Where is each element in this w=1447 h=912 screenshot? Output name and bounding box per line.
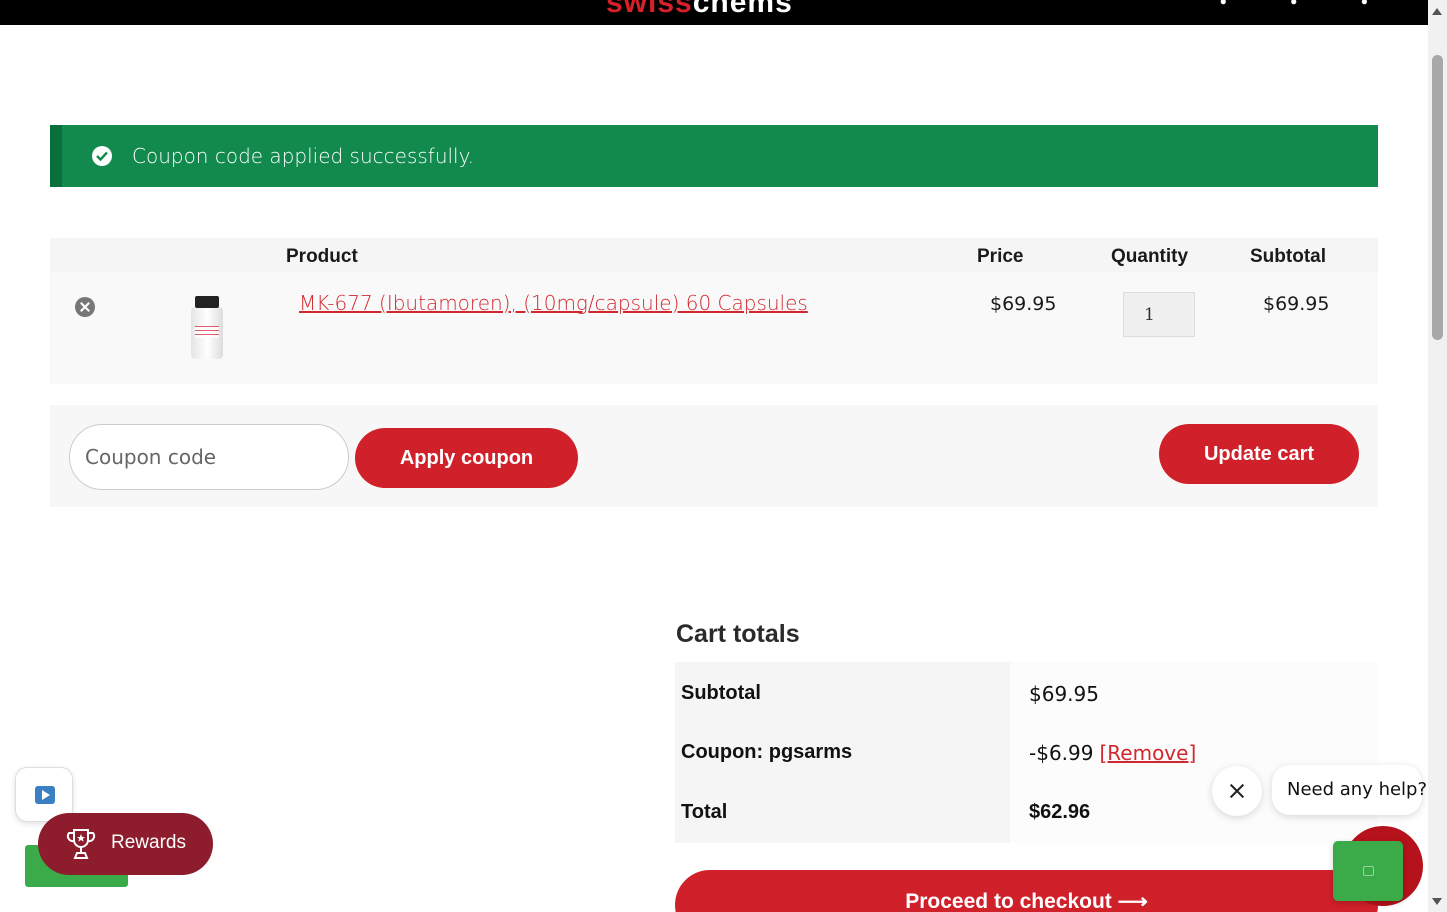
scroll-up-arrow-icon[interactable] [1432, 8, 1442, 15]
apply-coupon-button[interactable]: Apply coupon [355, 428, 578, 488]
rewards-label: Rewards [111, 832, 186, 853]
proceed-to-checkout-button[interactable]: Proceed to checkout ⟶ [675, 870, 1378, 912]
quantity-input[interactable]: 1 [1123, 292, 1195, 337]
column-header-subtotal: Subtotal [1250, 246, 1326, 267]
cart-table-header: Product Price Quantity Subtotal [50, 238, 1378, 272]
coupon-code-input[interactable] [69, 424, 349, 490]
scroll-down-arrow-icon[interactable] [1432, 898, 1442, 905]
green-widget-button[interactable] [1333, 841, 1403, 901]
coupon-label: Coupon: pgsarms [681, 741, 853, 763]
item-price: $69.95 [990, 293, 1057, 315]
scrollbar[interactable] [1428, 0, 1447, 912]
chat-prompt-bubble[interactable]: Need any help? [1272, 765, 1427, 815]
subtotal-value: $69.95 [1029, 682, 1099, 706]
remove-coupon-link[interactable]: [Remove] [1099, 741, 1196, 765]
column-header-price: Price [977, 246, 1024, 267]
product-name-link[interactable]: MK-677 (Ibutamoren), (10mg/capsule) 60 C… [299, 291, 808, 315]
close-chat-icon[interactable] [1212, 766, 1262, 816]
scroll-thumb[interactable] [1432, 55, 1443, 340]
total-value: $62.96 [1029, 801, 1091, 823]
widget-icon [1363, 866, 1374, 876]
play-icon [35, 786, 55, 804]
coupon-row-value: -$6.99 [Remove] [1029, 741, 1196, 765]
logo-part-1: swiss [606, 0, 693, 19]
notice-message: Coupon code applied successfully. [132, 144, 474, 168]
cart-totals-title: Cart totals [676, 620, 800, 648]
cart-totals-table: Subtotal $69.95 Coupon: pgsarms -$6.99 [R… [675, 662, 1378, 843]
column-header-quantity: Quantity [1111, 246, 1189, 267]
product-thumbnail[interactable] [186, 296, 226, 360]
cart-table: Product Price Quantity Subtotal MK-677 (… [50, 238, 1378, 384]
check-circle-icon [92, 146, 112, 166]
coupon-discount-value: -$6.99 [1029, 741, 1094, 765]
header-icons[interactable]: ● ● ● [1220, 0, 1398, 8]
item-subtotal: $69.95 [1263, 293, 1330, 315]
trophy-icon [66, 829, 96, 859]
site-logo[interactable]: swisschems [606, 0, 793, 20]
success-notice: Coupon code applied successfully. [50, 125, 1378, 187]
subtotal-label: Subtotal [681, 682, 761, 704]
cart-actions: Apply coupon Update cart [50, 405, 1378, 507]
rewards-button[interactable]: Rewards [38, 813, 213, 875]
logo-part-2: chems [692, 0, 793, 19]
total-label: Total [681, 801, 728, 823]
remove-item-icon[interactable] [75, 297, 95, 317]
top-bar: swisschems ● ● ● [0, 0, 1428, 25]
update-cart-button[interactable]: Update cart [1159, 424, 1359, 484]
column-header-product: Product [286, 246, 358, 267]
